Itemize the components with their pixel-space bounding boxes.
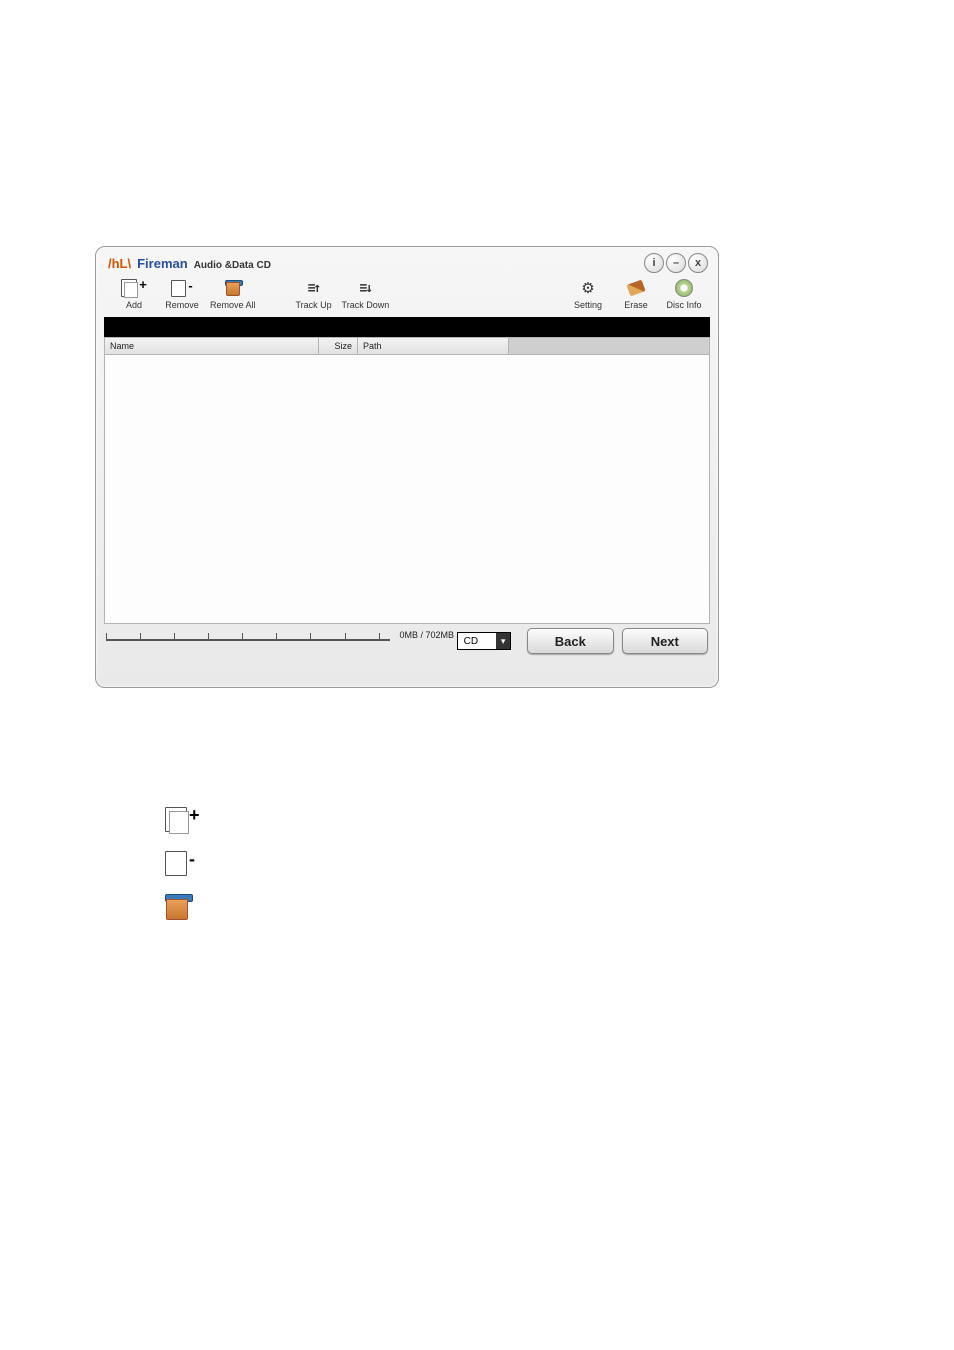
track-list[interactable] <box>104 355 710 624</box>
col-path[interactable]: Path <box>358 338 509 354</box>
disc-icon <box>675 278 693 298</box>
col-rest <box>509 338 709 354</box>
eraser-icon <box>628 278 644 298</box>
next-button[interactable]: Next <box>622 628 708 654</box>
column-headers: Name Size Path <box>104 337 710 355</box>
legend-remove-icon: - <box>165 848 200 878</box>
col-size[interactable]: Size <box>319 338 358 354</box>
col-name[interactable]: Name <box>105 338 319 354</box>
add-button[interactable]: + Add <box>110 277 158 312</box>
legend-add-icon: + <box>165 804 200 834</box>
back-button[interactable]: Back <box>527 628 613 654</box>
disc-type-value: CD <box>458 636 496 647</box>
toolbar-left: + Add - Remove Remove All ≡↑ Track Up ≡↓… <box>110 277 393 312</box>
minimize-button[interactable]: – <box>666 253 686 273</box>
info-button[interactable]: i <box>644 253 664 273</box>
gear-icon: ⚙ <box>581 278 594 298</box>
toolbar: + Add - Remove Remove All ≡↑ Track Up ≡↓… <box>96 275 718 314</box>
disc-info-label: Disc Info <box>666 300 701 310</box>
remove-button[interactable]: - Remove <box>158 277 206 312</box>
add-label: Add <box>126 300 142 310</box>
track-down-label: Track Down <box>342 300 390 310</box>
remove-label: Remove <box>165 300 199 310</box>
setting-button[interactable]: ⚙ Setting <box>564 277 612 312</box>
track-down-icon: ≡↓ <box>360 278 372 298</box>
track-down-button[interactable]: ≡↓ Track Down <box>338 277 394 312</box>
legend-trash-icon <box>165 892 200 922</box>
close-button[interactable]: x <box>688 253 708 273</box>
brand-name: Fireman <box>137 256 188 271</box>
mode-label: Audio &Data CD <box>194 260 271 271</box>
capacity-ruler <box>106 639 390 649</box>
remove-all-label: Remove All <box>210 300 256 310</box>
track-up-label: Track Up <box>295 300 331 310</box>
capacity-text: 0MB / 702MB <box>399 630 454 640</box>
app-window: /hL\ Fireman Audio &Data CD i – x + Add … <box>95 246 719 688</box>
disc-type-select[interactable]: CD ▾ <box>457 632 511 650</box>
track-up-button[interactable]: ≡↑ Track Up <box>290 277 338 312</box>
remove-file-icon: - <box>171 278 192 298</box>
setting-label: Setting <box>574 300 602 310</box>
titlebar: /hL\ Fireman Audio &Data CD i – x <box>96 247 718 275</box>
trash-icon <box>225 278 241 298</box>
toolbar-right: ⚙ Setting Erase Disc Info <box>564 277 708 312</box>
app-title: /hL\ Fireman Audio &Data CD <box>108 256 271 271</box>
erase-button[interactable]: Erase <box>612 277 660 312</box>
footer: 0MB / 702MB CD ▾ Back Next <box>96 624 718 660</box>
erase-label: Erase <box>624 300 648 310</box>
disc-info-button[interactable]: Disc Info <box>660 277 708 312</box>
chevron-down-icon: ▾ <box>496 633 510 649</box>
remove-all-button[interactable]: Remove All <box>206 277 260 312</box>
header-strip <box>104 317 710 337</box>
window-buttons: i – x <box>644 253 708 273</box>
icon-legend: + - <box>165 804 200 922</box>
add-file-icon: + <box>121 278 147 298</box>
flame-icon: /hL\ <box>108 256 131 271</box>
track-up-icon: ≡↑ <box>308 278 320 298</box>
